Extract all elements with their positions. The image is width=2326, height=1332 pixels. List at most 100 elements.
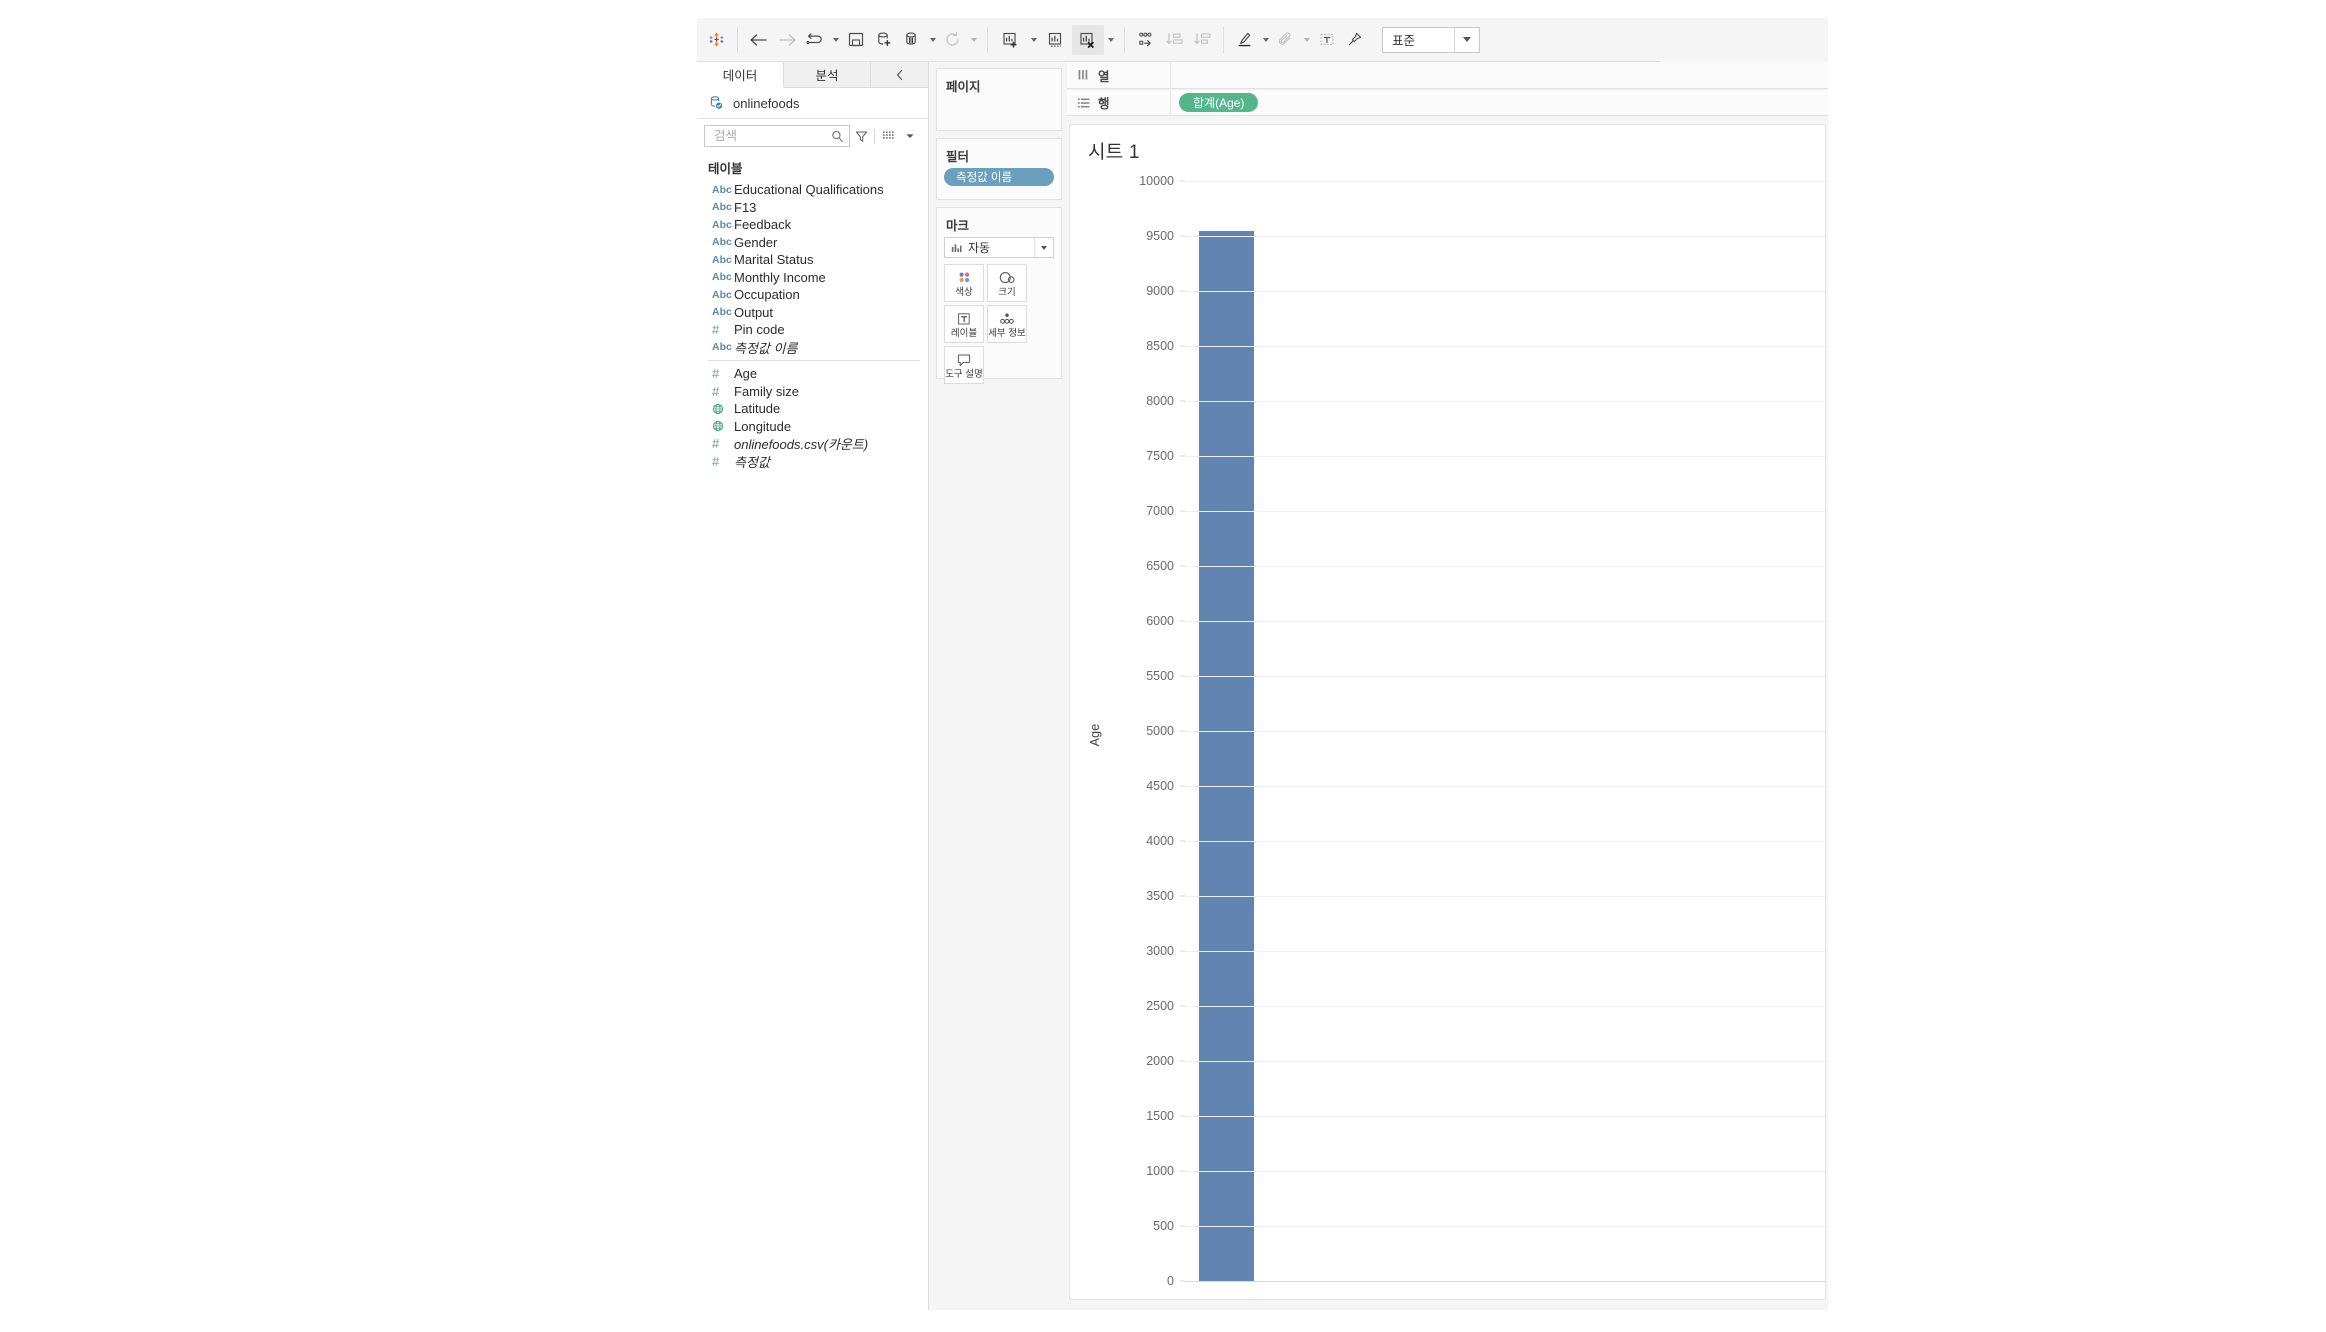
field-onlinefoods-count[interactable]: # onlinefoods.csv(카운트) xyxy=(697,435,928,453)
number-hash-icon: # xyxy=(712,322,720,338)
new-data-source-button[interactable] xyxy=(870,25,898,55)
funnel-icon[interactable] xyxy=(850,125,872,147)
duplicate-sheet-button[interactable] xyxy=(1040,25,1072,55)
field-occupation[interactable]: Abc Occupation xyxy=(697,286,928,304)
group-dropdown[interactable] xyxy=(1300,25,1313,55)
sort-ascending-button[interactable] xyxy=(1160,25,1188,55)
abc-icon: Abc xyxy=(712,253,732,266)
field-latitude[interactable]: Latitude xyxy=(697,400,928,418)
refresh-dropdown[interactable] xyxy=(967,25,980,55)
undo-redo-button[interactable] xyxy=(801,25,829,55)
data-source-name: onlinefoods xyxy=(733,95,800,111)
chevron-left-icon[interactable] xyxy=(871,62,928,87)
bar-chart[interactable]: Age 10000 9500 9000 8500 8000 7500 7000 6500 600… xyxy=(1070,171,1825,1299)
filters-card-dropzone[interactable]: 측정값 이름 xyxy=(937,168,1061,195)
undo-redo-dropdown[interactable] xyxy=(829,25,842,55)
search-icon xyxy=(830,129,845,144)
detail-dots-icon xyxy=(997,309,1017,328)
forward-button[interactable] xyxy=(773,25,801,55)
toolbar-logo-group xyxy=(697,18,735,61)
number-hash-icon: # xyxy=(712,436,720,452)
mark-detail-button[interactable]: 세부 정보 xyxy=(987,305,1027,343)
field-longitude[interactable]: Longitude xyxy=(697,418,928,436)
tab-data-label: 데이터 xyxy=(722,69,758,83)
pin-icon[interactable] xyxy=(1341,25,1369,55)
new-worksheet-button[interactable] xyxy=(995,25,1027,55)
mark-type-select[interactable]: 자동 xyxy=(944,237,1054,258)
field-monthly-income[interactable]: Abc Monthly Income xyxy=(697,269,928,287)
chevron-down-icon[interactable] xyxy=(1454,27,1479,52)
tab-analytics[interactable]: 분석 xyxy=(784,62,871,87)
search-input[interactable] xyxy=(712,128,830,144)
gridline xyxy=(1185,896,1825,897)
new-worksheet-dropdown[interactable] xyxy=(1027,25,1040,55)
columns-shelf-dropzone[interactable] xyxy=(1171,62,1828,88)
field-measure-names[interactable]: Abc 측정값 이름 xyxy=(697,339,928,357)
field-educational-qualifications[interactable]: Abc Educational Qualifications xyxy=(697,181,928,199)
mark-label-button[interactable]: 레이블 xyxy=(944,305,984,343)
number-hash-icon: # xyxy=(712,453,720,469)
abc-icon: Abc xyxy=(712,271,732,284)
field-gender[interactable]: Abc Gender xyxy=(697,234,928,252)
toolbar-divider-4 xyxy=(1223,26,1224,53)
tableau-logo-icon[interactable] xyxy=(702,25,730,55)
text-label-icon[interactable] xyxy=(1313,25,1341,55)
field-label: Feedback xyxy=(734,217,792,233)
y-axis-tick-label: 5500 xyxy=(1146,669,1174,683)
tab-data[interactable]: 데이터 xyxy=(697,62,784,88)
toolbar-annotate-group xyxy=(1226,18,1374,61)
field-feedback[interactable]: Abc Feedback xyxy=(697,216,928,234)
highlighter-dropdown[interactable] xyxy=(1259,25,1272,55)
highlighter-icon[interactable] xyxy=(1231,25,1259,55)
paperclip-icon[interactable] xyxy=(1272,25,1300,55)
columns-label: 열 xyxy=(1098,69,1110,84)
pages-card-dropzone[interactable] xyxy=(937,98,1061,107)
y-axis-tick-label: 7000 xyxy=(1146,504,1174,518)
gridline xyxy=(1185,676,1825,677)
mark-property-buttons: 색상 크기 레이블 세부 정보 도구 설명 xyxy=(944,264,1054,384)
shelf-cards-column: 페이지 필터 측정값 이름 마크 자동 색상 크기 레이블 세부 정보 도구 설… xyxy=(930,62,1067,1310)
sort-descending-button[interactable] xyxy=(1188,25,1216,55)
marks-card: 마크 자동 색상 크기 레이블 세부 정보 도구 설명 xyxy=(936,207,1062,384)
data-source-row[interactable]: onlinefoods xyxy=(697,88,928,119)
y-axis-tick-label: 8500 xyxy=(1146,339,1174,353)
chevron-down-icon[interactable] xyxy=(1034,238,1053,257)
field-group-divider xyxy=(708,360,920,361)
fit-select-value: 표준 xyxy=(1392,34,1416,48)
y-axis-tick-label: 4500 xyxy=(1146,779,1174,793)
clear-sheet-button[interactable] xyxy=(1072,24,1104,55)
save-button[interactable] xyxy=(842,25,870,55)
field-f13[interactable]: Abc F13 xyxy=(697,199,928,217)
search-box[interactable] xyxy=(704,125,850,147)
back-button[interactable] xyxy=(745,25,773,55)
mark-color-button[interactable]: 색상 xyxy=(944,264,984,302)
field-marital-status[interactable]: Abc Marital Status xyxy=(697,251,928,269)
field-output[interactable]: Abc Output xyxy=(697,304,928,322)
rows-shelf-dropzone[interactable]: 합계(Age) xyxy=(1171,90,1828,115)
pause-dropdown[interactable] xyxy=(926,25,939,55)
field-family-size[interactable]: # Family size xyxy=(697,383,928,401)
mark-tooltip-button[interactable]: 도구 설명 xyxy=(944,346,984,384)
chevron-down-icon[interactable] xyxy=(899,125,921,147)
mark-size-button[interactable]: 크기 xyxy=(987,264,1027,302)
field-label: Longitude xyxy=(734,418,792,434)
mark-color-label: 색상 xyxy=(955,287,973,299)
field-measure-values[interactable]: # 측정값 xyxy=(697,453,928,471)
filter-pill-measure-names[interactable]: 측정값 이름 xyxy=(944,168,1054,186)
gridline xyxy=(1185,951,1825,952)
rows-pill-sum-age[interactable]: 합계(Age) xyxy=(1179,93,1259,112)
y-axis[interactable]: 10000 9500 9000 8500 8000 7500 7000 6500 6000 550… xyxy=(1112,171,1180,1299)
filters-card: 필터 측정값 이름 xyxy=(936,138,1062,200)
field-age[interactable]: # Age xyxy=(697,365,928,383)
swap-axes-icon[interactable] xyxy=(1132,25,1160,55)
tableau-window: 표준 데이터 분석 onlinefoods 검색 테이블 Abc Educati… xyxy=(697,18,1828,1310)
pause-auto-update-button[interactable] xyxy=(898,25,926,55)
fit-select[interactable]: 표준 xyxy=(1382,26,1480,53)
grid-view-icon[interactable] xyxy=(877,125,899,147)
gridline xyxy=(1185,621,1825,622)
field-pin-code[interactable]: # Pin code xyxy=(697,321,928,339)
y-axis-title: Age xyxy=(1088,723,1102,747)
bar-sum-age[interactable] xyxy=(1199,230,1254,1281)
clear-sheet-dropdown[interactable] xyxy=(1104,25,1117,55)
refresh-data-source-button[interactable] xyxy=(939,25,967,55)
